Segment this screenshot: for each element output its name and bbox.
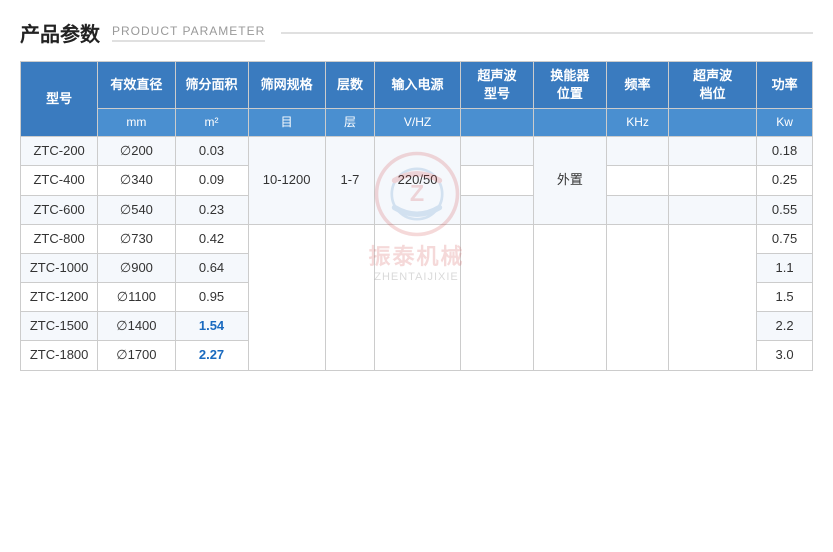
td-model-3: ZTC-800	[21, 224, 98, 253]
td-diam-1: ∅340	[98, 166, 175, 195]
td-input_power-0: 220/50	[375, 137, 461, 225]
td-diam-4: ∅900	[98, 253, 175, 282]
header-row-1: 型号 有效直径 筛分面积 筛网规格 层数 输入电源 超声波型号 换能器位置 频率…	[21, 62, 813, 109]
th-trans: 换能器位置	[533, 62, 606, 109]
td-level-0	[669, 137, 757, 166]
th-freq: 频率	[606, 62, 668, 109]
td-wattage-7: 3.0	[757, 341, 813, 370]
th-mesh: 筛网规格	[248, 62, 325, 109]
td-area-1: 0.09	[175, 166, 248, 195]
page-header: 产品参数 PRODUCT PARAMETER	[20, 18, 813, 47]
td-model-2: ZTC-600	[21, 195, 98, 224]
table-wrapper: Z 振泰机械 ZHENTAIJIXIE 型号 有效直径 筛分面积 筛网规格 层数…	[20, 61, 813, 371]
th-diam: 有效直径	[98, 62, 175, 109]
table-row: ZTC-800∅7300.42 0.75	[21, 224, 813, 253]
th-area: 筛分面积	[175, 62, 248, 109]
header-row-2: mm m² 目 层 V/HZ KHz Kw	[21, 109, 813, 137]
page-title-en: PRODUCT PARAMETER	[112, 24, 265, 42]
td-model-5: ZTC-1200	[21, 283, 98, 312]
td-model-6: ZTC-1500	[21, 312, 98, 341]
th-unit-power: V/HZ	[375, 109, 461, 137]
td-freq-1	[606, 166, 668, 195]
td-input_power-3	[375, 224, 461, 370]
td-area-7: 2.27	[175, 341, 248, 370]
td-wattage-0: 0.18	[757, 137, 813, 166]
td-diam-0: ∅200	[98, 137, 175, 166]
th-unit-trans	[533, 109, 606, 137]
td-ultrasonic-2	[460, 195, 533, 224]
td-wattage-3: 0.75	[757, 224, 813, 253]
table-row: ZTC-200∅2000.0310-12001-7220/50外置0.18	[21, 137, 813, 166]
header-divider	[281, 32, 813, 34]
td-model-7: ZTC-1800	[21, 341, 98, 370]
th-power: 输入电源	[375, 62, 461, 109]
td-mesh-0: 10-1200	[248, 137, 325, 225]
td-model-0: ZTC-200	[21, 137, 98, 166]
td-freq-3	[606, 224, 668, 370]
th-level: 超声波档位	[669, 62, 757, 109]
th-unit-diam: mm	[98, 109, 175, 137]
td-layer-3	[325, 224, 374, 370]
th-unit-watt: Kw	[757, 109, 813, 137]
td-wattage-5: 1.5	[757, 283, 813, 312]
td-transducer-0: 外置	[533, 137, 606, 225]
td-ultrasonic-3	[460, 224, 533, 370]
td-diam-5: ∅1100	[98, 283, 175, 312]
th-layer: 层数	[325, 62, 374, 109]
td-area-4: 0.64	[175, 253, 248, 282]
td-diam-7: ∅1700	[98, 341, 175, 370]
td-level-1	[669, 166, 757, 195]
td-ultrasonic-0	[460, 137, 533, 166]
td-area-5: 0.95	[175, 283, 248, 312]
th-unit-freq: KHz	[606, 109, 668, 137]
td-area-6: 1.54	[175, 312, 248, 341]
td-level-2	[669, 195, 757, 224]
td-model-1: ZTC-400	[21, 166, 98, 195]
th-unit-layer: 层	[325, 109, 374, 137]
td-wattage-4: 1.1	[757, 253, 813, 282]
th-model: 型号	[21, 62, 98, 137]
td-ultrasonic-1	[460, 166, 533, 195]
td-area-2: 0.23	[175, 195, 248, 224]
td-freq-2	[606, 195, 668, 224]
td-area-3: 0.42	[175, 224, 248, 253]
td-layer-0: 1-7	[325, 137, 374, 225]
th-unit-area: m²	[175, 109, 248, 137]
th-ultra: 超声波型号	[460, 62, 533, 109]
td-level-3	[669, 224, 757, 370]
td-wattage-1: 0.25	[757, 166, 813, 195]
th-unit-level	[669, 109, 757, 137]
th-watt: 功率	[757, 62, 813, 109]
table-body: ZTC-200∅2000.0310-12001-7220/50外置0.18ZTC…	[21, 137, 813, 371]
td-diam-3: ∅730	[98, 224, 175, 253]
td-model-4: ZTC-1000	[21, 253, 98, 282]
th-unit-ultra	[460, 109, 533, 137]
td-diam-2: ∅540	[98, 195, 175, 224]
th-unit-mesh: 目	[248, 109, 325, 137]
td-freq-0	[606, 137, 668, 166]
td-wattage-2: 0.55	[757, 195, 813, 224]
td-wattage-6: 2.2	[757, 312, 813, 341]
td-transducer-3	[533, 224, 606, 370]
page-title-cn: 产品参数	[20, 18, 100, 47]
td-mesh-3	[248, 224, 325, 370]
td-area-0: 0.03	[175, 137, 248, 166]
td-diam-6: ∅1400	[98, 312, 175, 341]
product-table: 型号 有效直径 筛分面积 筛网规格 层数 输入电源 超声波型号 换能器位置 频率…	[20, 61, 813, 371]
